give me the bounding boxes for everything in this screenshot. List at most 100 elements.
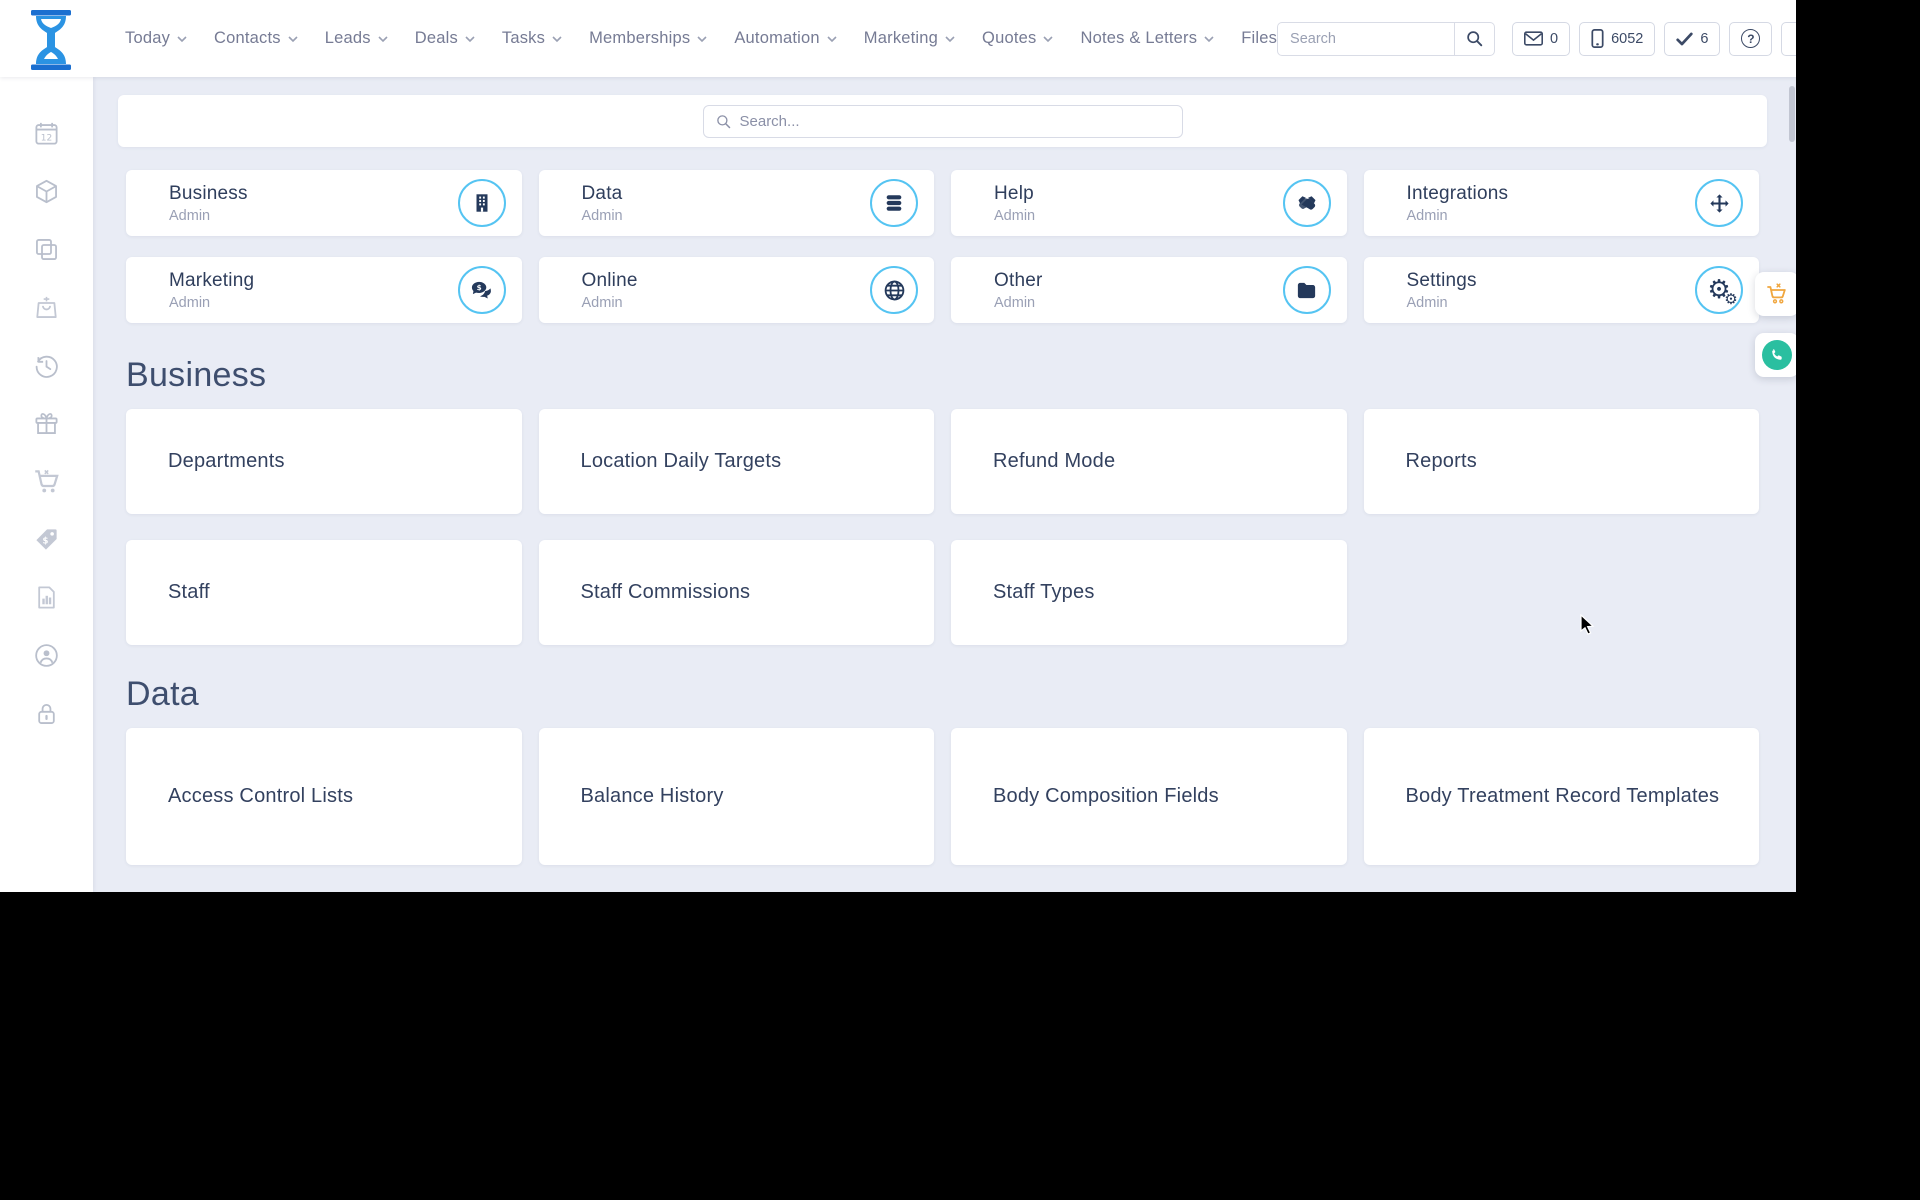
move-arrows-icon [1695, 179, 1743, 227]
shopping-bag-icon[interactable] [33, 293, 61, 321]
card-title: Location Daily Targets [580, 450, 782, 472]
tasks-badge-button[interactable]: 6 [1664, 21, 1721, 56]
package-icon[interactable] [33, 177, 61, 205]
category-subtitle: Admin [994, 294, 1036, 311]
floating-cart-button[interactable] [1755, 272, 1796, 316]
nav-label: Contacts [214, 29, 281, 47]
card-staff-commissions[interactable]: Staff Commissions [538, 540, 934, 645]
business-card-grid: Departments Location Daily Targets Refun… [126, 409, 1759, 645]
data-card-grid: Access Control Lists Balance History Bod… [126, 728, 1759, 865]
gears-icon: ⚙ ⚙ [1695, 266, 1743, 314]
vertical-scrollbar[interactable] [1789, 86, 1795, 142]
nav-contacts[interactable]: Contacts [214, 29, 298, 48]
chevron-down-icon [378, 36, 388, 43]
card-title: Body Composition Fields [993, 785, 1219, 807]
cart-icon [1767, 283, 1786, 304]
category-other[interactable]: Other Admin [951, 257, 1347, 323]
card-title: Staff [168, 581, 210, 603]
chevron-down-icon [1043, 36, 1054, 43]
card-staff[interactable]: Staff [126, 540, 522, 645]
history-icon[interactable] [33, 351, 61, 379]
category-subtitle: Admin [1406, 294, 1448, 311]
card-body-composition-fields[interactable]: Body Composition Fields [951, 728, 1347, 865]
svg-text:$: $ [477, 283, 482, 292]
category-integrations[interactable]: Integrations Admin [1363, 170, 1759, 236]
phone-circle-icon [1762, 340, 1792, 370]
nav-automation[interactable]: Automation [734, 29, 837, 48]
nav-marketing[interactable]: Marketing [864, 29, 955, 48]
chevron-down-icon [827, 36, 837, 43]
card-title: Balance History [580, 785, 724, 807]
card-refund-mode[interactable]: Refund Mode [951, 409, 1347, 514]
search-icon[interactable] [1455, 21, 1496, 56]
calendar-icon[interactable]: 12 [33, 119, 61, 147]
card-reports[interactable]: Reports [1363, 409, 1759, 514]
topbar-actions: 0 6052 6 ? i LONDON SUPPORT [1277, 19, 1796, 59]
phone-badge-button[interactable]: 6052 [1579, 21, 1656, 56]
category-subtitle: Admin [1406, 207, 1448, 224]
lock-icon[interactable] [33, 699, 61, 727]
category-data[interactable]: Data Admin [538, 170, 934, 236]
price-tag-icon[interactable]: $ [33, 525, 61, 553]
nav-deals[interactable]: Deals [415, 29, 475, 48]
card-title: Departments [168, 450, 285, 472]
category-title: Other [994, 269, 1043, 291]
card-location-daily-targets[interactable]: Location Daily Targets [538, 409, 934, 514]
category-title: Marketing [169, 269, 255, 291]
mail-badge-button[interactable]: 0 [1512, 21, 1571, 56]
svg-text:12: 12 [41, 133, 52, 143]
category-title: Integrations [1406, 182, 1509, 204]
card-title: Body Treatment Record Templates [1405, 785, 1720, 807]
user-circle-icon[interactable] [33, 641, 61, 669]
nav-label: Today [125, 29, 171, 47]
help-button[interactable]: ? [1729, 21, 1773, 56]
category-help[interactable]: Help Admin [951, 170, 1347, 236]
card-departments[interactable]: Departments [126, 409, 522, 514]
card-balance-history[interactable]: Balance History [538, 728, 934, 865]
nav-files[interactable]: Files [1241, 29, 1277, 48]
card-title: Access Control Lists [168, 785, 354, 807]
nav-today[interactable]: Today [125, 29, 187, 48]
copy-icon[interactable] [33, 235, 61, 263]
category-settings[interactable]: Settings Admin ⚙ ⚙ [1363, 257, 1759, 323]
nav-label: Memberships [589, 29, 691, 47]
card-body-treatment-record-templates[interactable]: Body Treatment Record Templates [1363, 728, 1759, 865]
category-subtitle: Admin [581, 207, 623, 224]
building-icon [457, 179, 506, 227]
category-marketing[interactable]: Marketing Admin $ [126, 257, 522, 323]
floating-whatsapp-button[interactable] [1755, 333, 1796, 377]
cart-icon[interactable] [33, 467, 61, 495]
nav-quotes[interactable]: Quotes [982, 29, 1054, 48]
nav-label: Marketing [863, 29, 939, 47]
nav-label: Quotes [982, 29, 1037, 47]
phone-count: 6052 [1611, 30, 1644, 47]
content-search-box [702, 104, 1183, 138]
nav-notes-letters[interactable]: Notes & Letters [1080, 29, 1214, 48]
admin-category-grid: Business Admin Data Admin Help Admin Integr… [126, 170, 1759, 323]
database-icon [870, 179, 918, 227]
gift-icon[interactable] [33, 409, 61, 437]
content-search-input[interactable] [739, 112, 1170, 130]
category-title: Settings [1406, 269, 1477, 291]
card-access-control-lists[interactable]: Access Control Lists [126, 728, 522, 865]
chevron-down-icon [1204, 36, 1214, 43]
category-online[interactable]: Online Admin [538, 257, 934, 323]
card-staff-types[interactable]: Staff Types [951, 540, 1347, 645]
folder-icon [1282, 266, 1331, 314]
topbar-search-input[interactable] [1277, 21, 1456, 56]
report-document-icon[interactable] [33, 583, 61, 611]
tasks-count: 6 [1700, 30, 1709, 47]
nav-label: Files [1241, 29, 1278, 47]
main-content: Business Admin Data Admin Help Admin Integr… [93, 77, 1796, 892]
nav-label: Deals [414, 29, 458, 47]
category-business[interactable]: Business Admin [126, 170, 522, 236]
info-button[interactable]: i [1781, 21, 1796, 56]
nav-tasks[interactable]: Tasks [502, 29, 562, 48]
category-subtitle: Admin [581, 294, 623, 311]
nav-memberships[interactable]: Memberships [589, 29, 707, 48]
nav-leads[interactable]: Leads [325, 29, 388, 48]
category-title: Online [581, 269, 638, 291]
category-title: Data [581, 182, 623, 204]
envelope-icon [1524, 31, 1544, 46]
app-logo-icon[interactable] [25, 9, 77, 70]
